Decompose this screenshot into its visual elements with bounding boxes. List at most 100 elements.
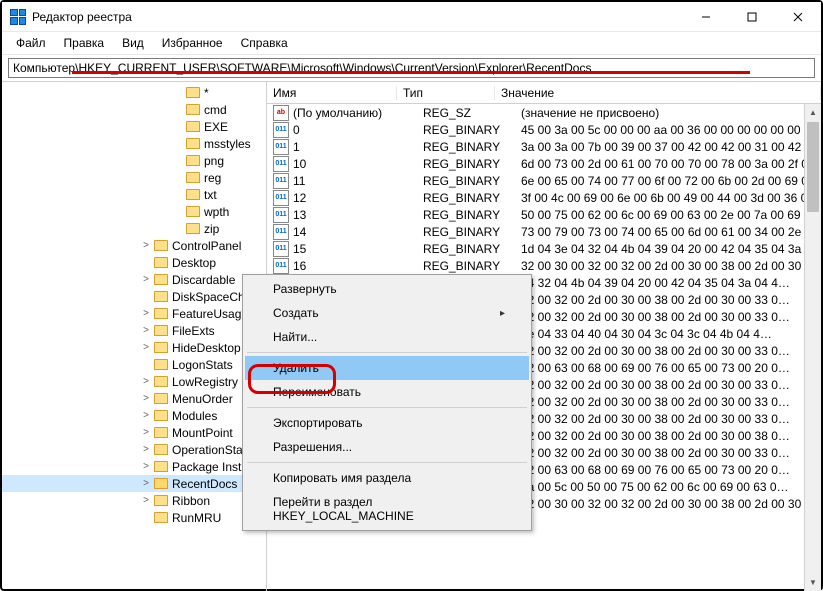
tree-item[interactable]: > Ribbon: [2, 492, 266, 509]
list-row[interactable]: 01115REG_BINARY1d 04 3e 04 32 04 4b 04 3…: [267, 240, 821, 257]
tree-item[interactable]: png: [2, 152, 266, 169]
tree-item[interactable]: RunMRU: [2, 509, 266, 526]
list-row[interactable]: 01110REG_BINARY6d 00 73 00 2d 00 61 00 7…: [267, 155, 821, 172]
tree-item[interactable]: >Package Inst: [2, 458, 266, 475]
folder-icon: [154, 427, 168, 438]
tree-label: DiskSpaceCh: [172, 290, 245, 304]
tree-item[interactable]: reg: [2, 169, 266, 186]
app-icon: [10, 9, 26, 25]
cm-create[interactable]: Создать▸: [245, 301, 529, 325]
tree-item[interactable]: *: [2, 84, 266, 101]
tree-item[interactable]: cmd: [2, 101, 266, 118]
cm-rename[interactable]: Переименовать: [245, 380, 529, 404]
cm-find[interactable]: Найти...: [245, 325, 529, 349]
scroll-thumb[interactable]: [807, 122, 819, 212]
expander-icon[interactable]: >: [138, 240, 154, 251]
tree-item[interactable]: wpth: [2, 203, 266, 220]
expander-icon[interactable]: >: [138, 478, 154, 489]
tree-item[interactable]: Desktop: [2, 254, 266, 271]
tree-item[interactable]: zip: [2, 220, 266, 237]
tree-item[interactable]: >RecentDocs: [2, 475, 266, 492]
expander-icon[interactable]: >: [138, 308, 154, 319]
expander-icon[interactable]: >: [138, 274, 154, 285]
address-input[interactable]: [8, 58, 815, 78]
column-value[interactable]: Значение: [495, 86, 821, 100]
folder-icon: [186, 189, 200, 200]
tree-item[interactable]: EXE: [2, 118, 266, 135]
value-type: REG_BINARY: [423, 140, 521, 154]
menu-favorites[interactable]: Избранное: [154, 34, 231, 52]
tree-item[interactable]: DiskSpaceCh: [2, 288, 266, 305]
value-data: 50 00 75 00 62 00 6c 00 69 00 63 00 2e 0…: [521, 208, 821, 222]
list-row[interactable]: 01111REG_BINARY6e 00 65 00 74 00 77 00 6…: [267, 172, 821, 189]
tree-item[interactable]: >Modules: [2, 407, 266, 424]
value-type: REG_BINARY: [423, 191, 521, 205]
tree-item[interactable]: LogonStats: [2, 356, 266, 373]
tree-view[interactable]: *cmdEXEmsstyles pngregtxtwpthzip>ControlP…: [2, 82, 267, 591]
expander-icon[interactable]: >: [138, 393, 154, 404]
menu-edit[interactable]: Правка: [56, 34, 113, 52]
cm-export[interactable]: Экспортировать: [245, 411, 529, 435]
cm-permissions[interactable]: Разрешения...: [245, 435, 529, 459]
context-menu: Развернуть Создать▸ Найти... Удалить Пер…: [242, 274, 532, 531]
tree-item[interactable]: >MenuOrder: [2, 390, 266, 407]
value-name: 12: [293, 191, 423, 205]
tree-item[interactable]: >OperationSta: [2, 441, 266, 458]
folder-icon: [154, 478, 168, 489]
expander-icon[interactable]: >: [138, 495, 154, 506]
list-row[interactable]: 01112REG_BINARY3f 00 4c 00 69 00 6e 00 6…: [267, 189, 821, 206]
expander-icon[interactable]: >: [138, 461, 154, 472]
cm-delete[interactable]: Удалить: [245, 356, 529, 380]
scroll-down-icon[interactable]: ▼: [805, 574, 821, 591]
tree-item[interactable]: > FeatureUsag: [2, 305, 266, 322]
value-data: 72 00 63 00 68 00 69 00 76 00 65 00 73 0…: [521, 463, 821, 477]
value-data: 32 00 32 00 2d 00 30 00 38 00 2d 00 30 0…: [521, 395, 821, 409]
tree-item[interactable]: >ControlPanel: [2, 237, 266, 254]
tree-item[interactable]: msstyles: [2, 135, 266, 152]
tree-label: Ribbon: [172, 494, 210, 508]
cm-goto[interactable]: Перейти в раздел HKEY_LOCAL_MACHINE: [245, 490, 529, 528]
menu-help[interactable]: Справка: [233, 34, 296, 52]
expander-icon[interactable]: >: [138, 325, 154, 336]
list-row[interactable]: 01113REG_BINARY50 00 75 00 62 00 6c 00 6…: [267, 206, 821, 223]
maximize-button[interactable]: [729, 2, 775, 32]
expander-icon[interactable]: >: [138, 376, 154, 387]
folder-icon: [154, 291, 168, 302]
value-name: 0: [293, 123, 423, 137]
minimize-button[interactable]: [683, 2, 729, 32]
expander-icon[interactable]: >: [138, 444, 154, 455]
tree-label: png: [204, 154, 224, 168]
list-row[interactable]: 01116REG_BINARY32 00 30 00 32 00 32 00 2…: [267, 257, 821, 274]
value-name: 11: [293, 174, 423, 188]
menu-file[interactable]: Файл: [8, 34, 54, 52]
menu-view[interactable]: Вид: [114, 34, 152, 52]
value-icon: 011: [273, 190, 289, 206]
cm-copyname[interactable]: Копировать имя раздела: [245, 466, 529, 490]
expander-icon[interactable]: >: [138, 410, 154, 421]
tree-item[interactable]: > Discardable: [2, 271, 266, 288]
menubar: Файл Правка Вид Избранное Справка: [2, 32, 821, 55]
scroll-up-icon[interactable]: ▲: [805, 104, 821, 121]
tree-item[interactable]: txt: [2, 186, 266, 203]
tree-item[interactable]: > FileExts: [2, 322, 266, 339]
tree-label: FileExts: [172, 324, 215, 338]
list-row[interactable]: ab(По умолчанию)REG_SZ(значение не присв…: [267, 104, 821, 121]
expander-icon[interactable]: >: [138, 342, 154, 353]
tree-item[interactable]: >HideDesktop: [2, 339, 266, 356]
value-icon: 011: [273, 241, 289, 257]
list-row[interactable]: 01114REG_BINARY73 00 79 00 73 00 74 00 6…: [267, 223, 821, 240]
column-type[interactable]: Тип: [397, 86, 495, 100]
expander-icon[interactable]: >: [138, 427, 154, 438]
vertical-scrollbar[interactable]: ▲ ▼: [804, 104, 821, 591]
value-data: 3a 00 5c 00 50 00 75 00 62 00 6c 00 69 0…: [521, 480, 821, 494]
tree-item[interactable]: >LowRegistry: [2, 373, 266, 390]
list-row[interactable]: 0110REG_BINARY45 00 3a 00 5c 00 00 00 aa…: [267, 121, 821, 138]
tree-label: Discardable: [172, 273, 235, 287]
tree-item[interactable]: >MountPoint: [2, 424, 266, 441]
close-button[interactable]: [775, 2, 821, 32]
cm-expand[interactable]: Развернуть: [245, 277, 529, 301]
tree-label: FeatureUsag: [172, 307, 241, 321]
value-name: 10: [293, 157, 423, 171]
list-row[interactable]: 0111REG_BINARY3a 00 3a 00 7b 00 39 00 37…: [267, 138, 821, 155]
column-name[interactable]: Имя: [267, 86, 397, 100]
